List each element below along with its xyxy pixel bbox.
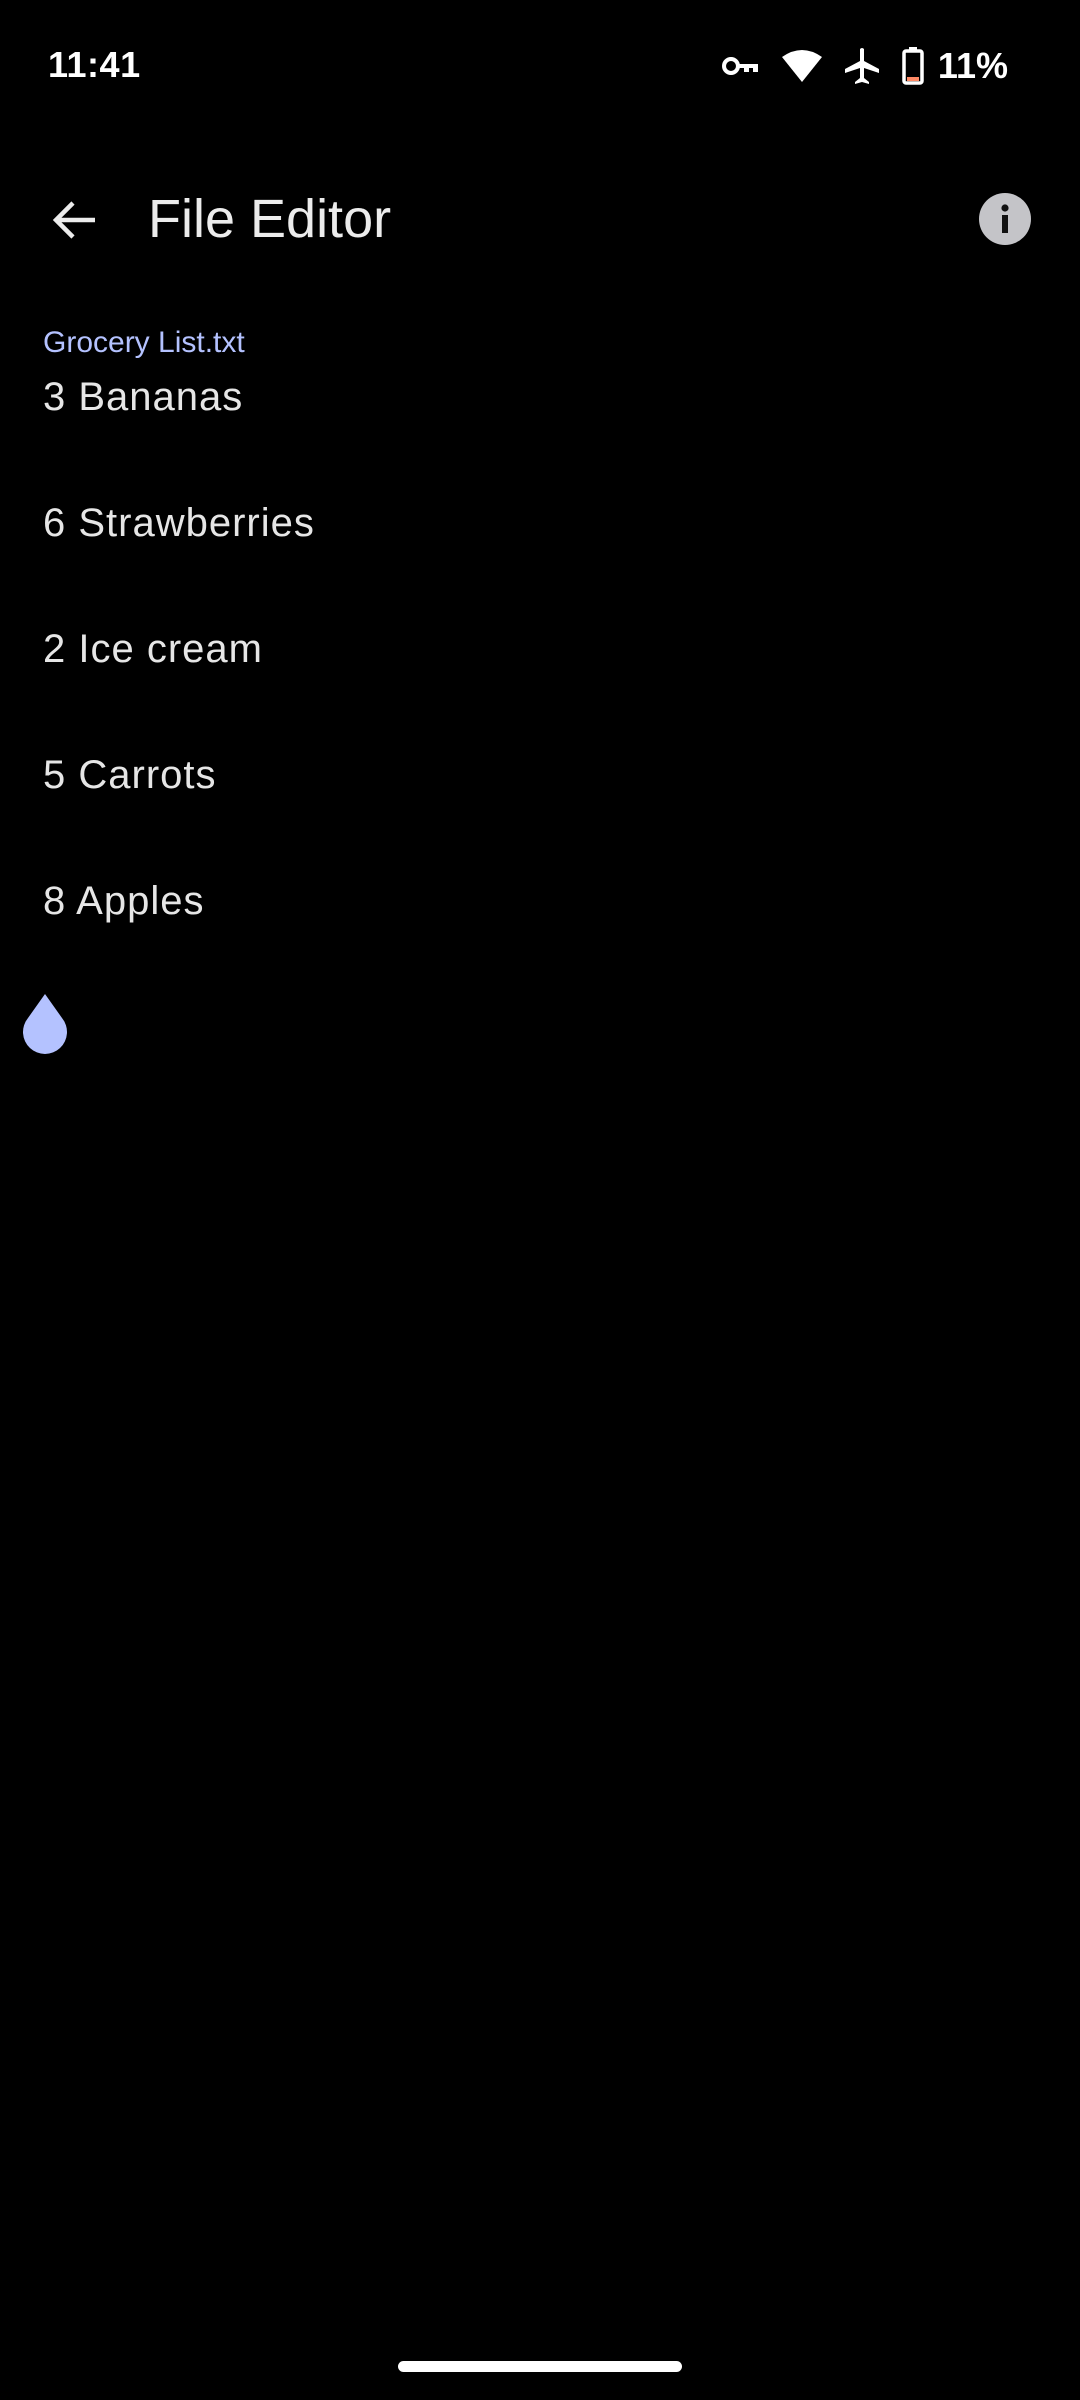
back-button[interactable] <box>36 184 112 260</box>
info-icon <box>978 192 1032 251</box>
arrow-back-icon <box>51 199 97 246</box>
status-time: 11:41 <box>48 44 141 85</box>
editor-line[interactable]: 5 Carrots <box>43 750 1043 876</box>
app-bar: File Editor <box>0 150 1080 290</box>
battery-percentage: 11% <box>937 45 1008 86</box>
editor-line[interactable]: 3 Bananas <box>43 372 1043 498</box>
battery-icon <box>902 47 924 85</box>
text-cursor-handle[interactable] <box>16 994 74 1062</box>
file-name-label: Grocery List.txt <box>43 326 245 359</box>
editor-line[interactable]: 2 Ice cream <box>43 624 1043 750</box>
vpn-key-icon <box>721 54 760 78</box>
status-bar: 11:41 11% <box>0 0 1080 140</box>
wifi-icon <box>781 49 822 83</box>
file-content-editor[interactable]: 3 Bananas 6 Strawberries 2 Ice cream 5 C… <box>43 372 1043 1128</box>
gesture-navigation-handle[interactable] <box>398 2361 682 2372</box>
editor-line[interactable]: 6 Strawberries <box>43 498 1043 624</box>
status-icons: 11% <box>721 44 1008 88</box>
editor-line[interactable]: 8 Apples <box>43 876 1043 1002</box>
page-title: File Editor <box>148 189 392 249</box>
editor-line[interactable] <box>43 1002 1043 1128</box>
airplane-mode-icon <box>844 47 880 85</box>
info-button[interactable] <box>976 192 1034 250</box>
